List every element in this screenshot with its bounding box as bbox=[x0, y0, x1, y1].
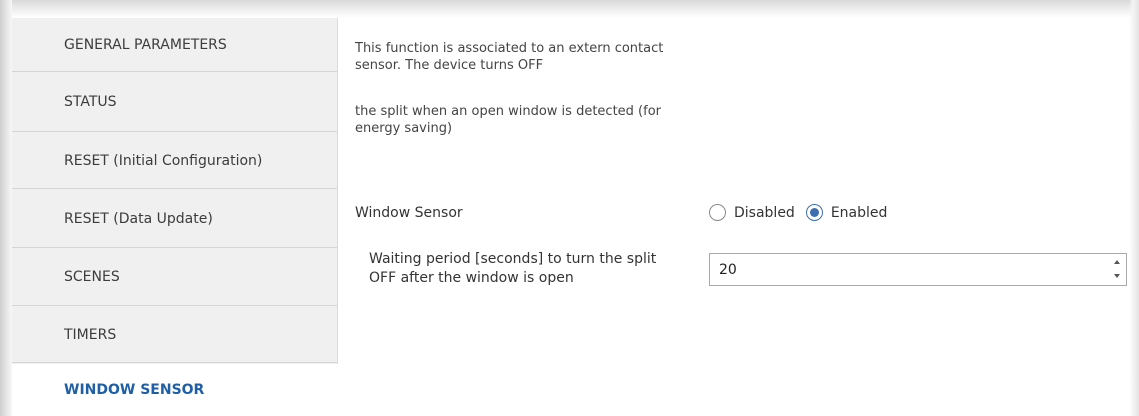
sidebar-item-label: GENERAL PARAMETERS bbox=[64, 36, 227, 53]
shadow-right bbox=[1129, 0, 1139, 416]
radio-enabled-label: Enabled bbox=[830, 204, 888, 221]
description-text-1: This function is associated to an extern… bbox=[355, 41, 664, 73]
spin-arrows bbox=[1110, 256, 1124, 283]
sidebar-item-scenes[interactable]: SCENES bbox=[12, 249, 337, 306]
waiting-period-spinbox[interactable] bbox=[709, 253, 1127, 286]
radio-disabled-label: Disabled bbox=[734, 204, 795, 221]
shadow-left bbox=[0, 0, 12, 416]
sidebar: GENERAL PARAMETERS STATUS RESET (Initial… bbox=[12, 18, 338, 416]
main-content: This function is associated to an extern… bbox=[338, 18, 1129, 416]
sidebar-item-label: WINDOW SENSOR bbox=[64, 382, 205, 398]
sidebar-item-window-sensor[interactable]: WINDOW SENSOR bbox=[12, 364, 338, 416]
waiting-period-label: Waiting period [seconds] to turn the spl… bbox=[369, 251, 657, 286]
sidebar-item-label: STATUS bbox=[64, 94, 117, 110]
sidebar-item-timers[interactable]: TIMERS bbox=[12, 307, 337, 363]
waiting-period-input[interactable] bbox=[719, 260, 1099, 279]
radio-enabled-circle[interactable] bbox=[805, 204, 823, 221]
chevron-up-icon[interactable] bbox=[1110, 256, 1124, 269]
window-frame: GENERAL PARAMETERS STATUS RESET (Initial… bbox=[0, 0, 1139, 416]
shadow-top bbox=[0, 0, 1139, 18]
window-sensor-radio-group: Disabled Enabled bbox=[709, 204, 898, 221]
sidebar-item-label: RESET (Initial Configuration) bbox=[64, 152, 263, 169]
sidebar-item-label: TIMERS bbox=[64, 326, 117, 343]
sidebar-item-label: RESET (Data Update) bbox=[64, 210, 213, 227]
sidebar-item-status[interactable]: STATUS bbox=[12, 73, 337, 132]
radio-disabled[interactable]: Disabled bbox=[709, 204, 795, 221]
sidebar-item-reset-data-update[interactable]: RESET (Data Update) bbox=[12, 190, 337, 248]
window-sensor-label: Window Sensor bbox=[355, 205, 463, 221]
sidebar-item-reset-initial-configuration[interactable]: RESET (Initial Configuration) bbox=[12, 133, 337, 189]
sidebar-item-general-parameters[interactable]: GENERAL PARAMETERS bbox=[12, 18, 337, 72]
radio-enabled[interactable]: Enabled bbox=[805, 204, 888, 221]
chevron-down-icon[interactable] bbox=[1110, 270, 1124, 283]
sidebar-item-label: SCENES bbox=[64, 269, 120, 285]
description-text-2: the split when an open window is detecte… bbox=[355, 104, 661, 136]
radio-disabled-circle[interactable] bbox=[709, 204, 726, 221]
